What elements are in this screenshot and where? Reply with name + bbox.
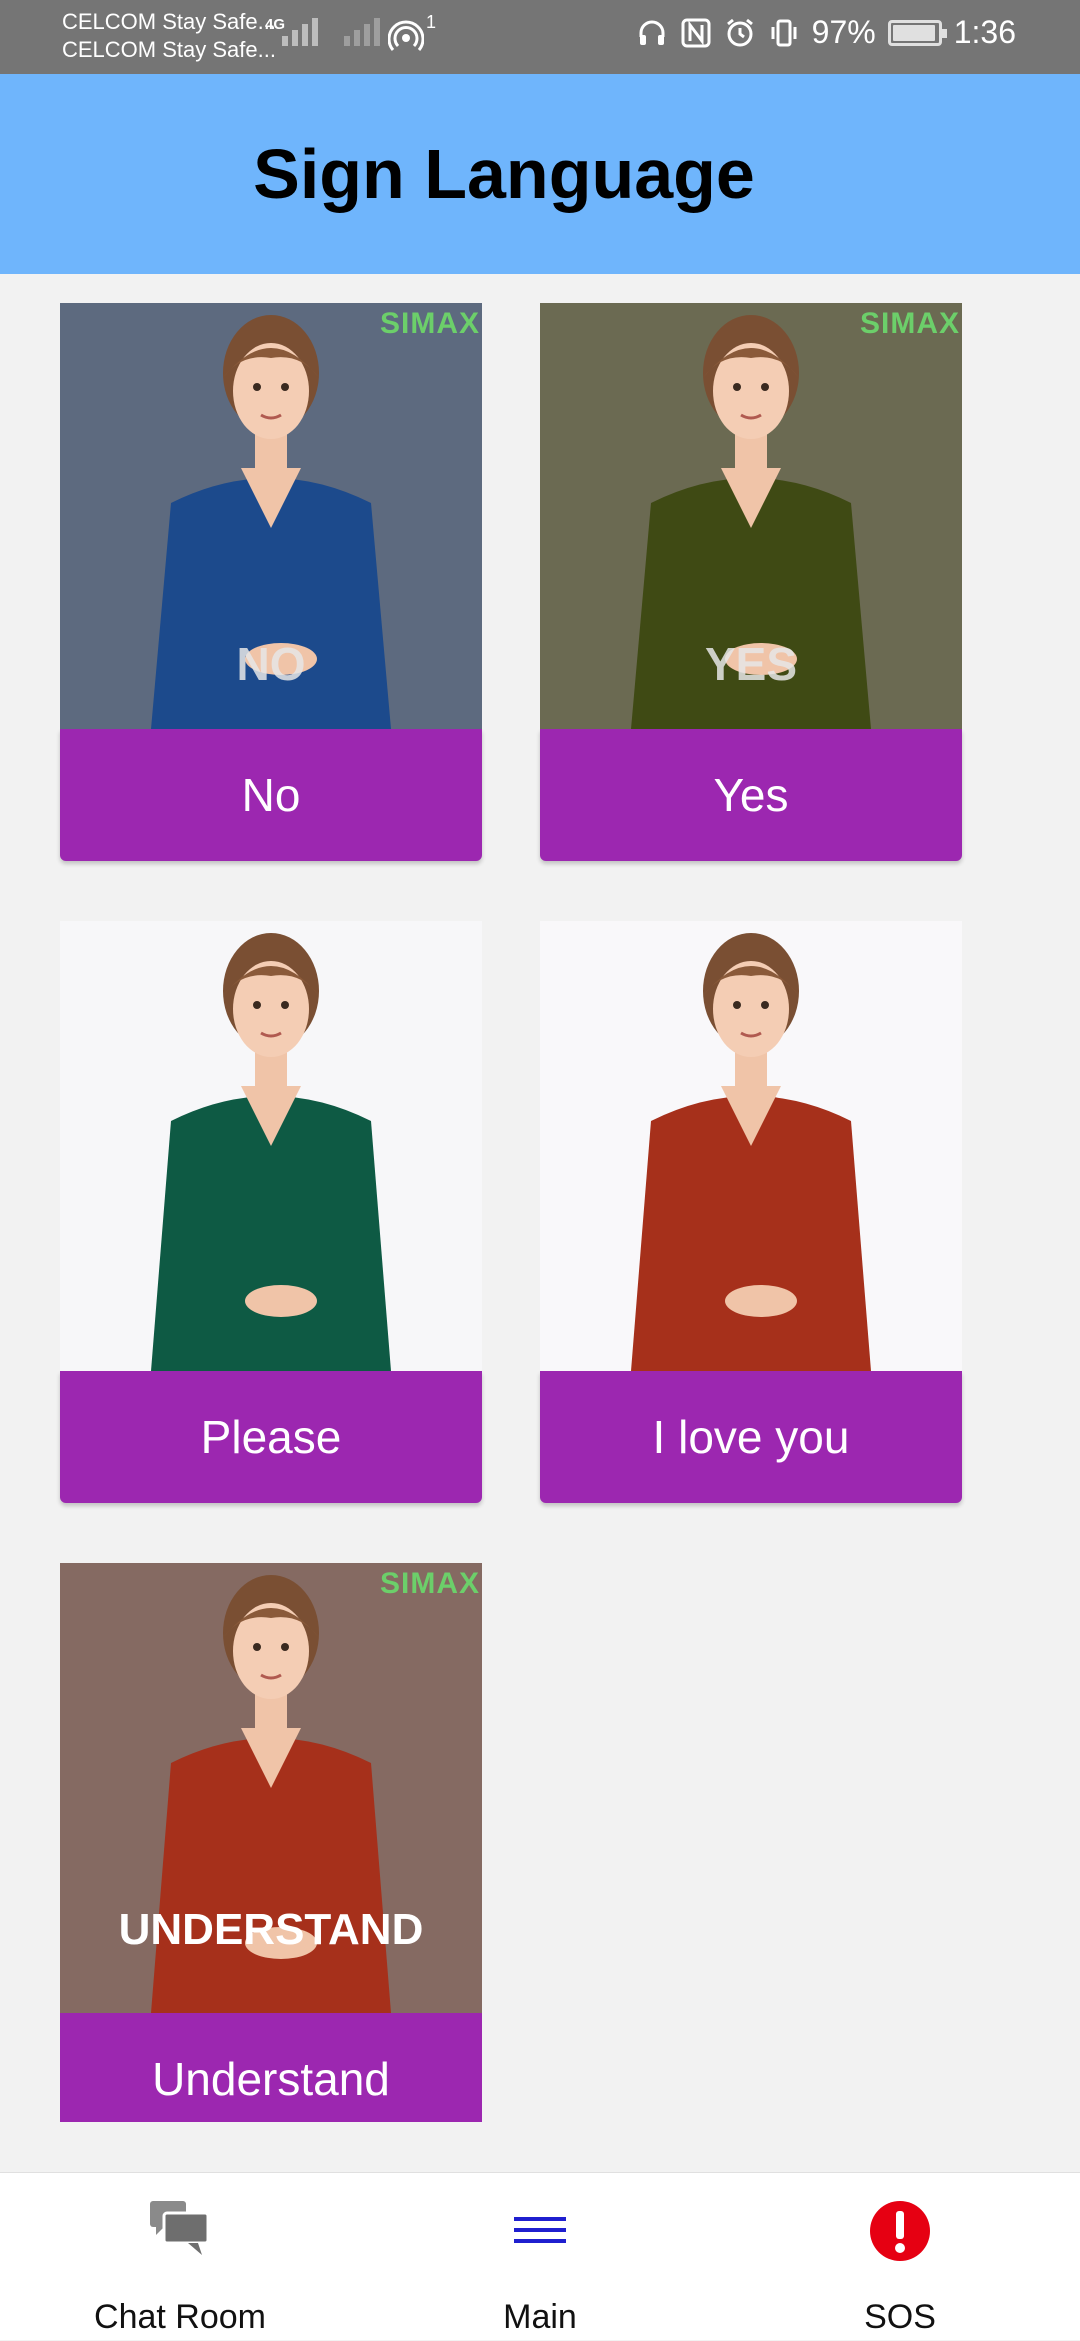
nav-main[interactable]: Main <box>360 2173 720 2341</box>
sign-button[interactable]: I love you <box>540 1371 962 1503</box>
carrier-1: CELCOM Stay Safe... <box>62 9 276 34</box>
sign-caption: UNDERSTAND <box>118 1905 424 1954</box>
bottom-navigation: Chat Room Main SOS <box>0 2172 1080 2340</box>
sign-button[interactable]: Understand <box>60 2013 482 2122</box>
hotspot-count: 1 <box>426 12 437 32</box>
nav-main-label: Main <box>503 2298 577 2336</box>
status-bar: CELCOM Stay Safe... CELCOM Stay Safe... … <box>0 0 1080 74</box>
avatar-figure <box>151 933 391 1371</box>
sign-card[interactable]: Please <box>60 921 482 1503</box>
sign-caption: NO <box>236 638 306 690</box>
signal-2-icon <box>344 18 380 46</box>
sign-card[interactable]: SIMAX UNDERSTAND Understand <box>60 1563 482 2122</box>
nav-sos[interactable]: SOS <box>720 2173 1080 2341</box>
hotspot-icon <box>388 20 424 51</box>
sign-caption: YES <box>704 638 798 690</box>
simax-watermark: SIMAX <box>379 307 480 340</box>
alert-icon <box>870 2201 930 2261</box>
vibrate-icon <box>771 19 797 46</box>
carrier-info: CELCOM Stay Safe... CELCOM Stay Safe... <box>62 8 276 64</box>
sign-button[interactable]: Please <box>60 1371 482 1503</box>
nav-chat-room-label: Chat Room <box>94 2298 266 2336</box>
signal-1-icon <box>282 18 318 46</box>
app-header: Sign Language <box>0 74 1080 274</box>
sign-card[interactable]: SIMAX NO No <box>60 303 482 861</box>
nfc-icon <box>681 18 711 47</box>
sign-button[interactable]: Yes <box>540 729 962 861</box>
battery-percent: 97% <box>811 14 876 50</box>
sign-image: SIMAX NO <box>60 303 482 729</box>
sign-card[interactable]: SIMAX YES Yes <box>540 303 962 861</box>
simax-watermark: SIMAX <box>859 307 960 340</box>
sign-button[interactable]: No <box>60 729 482 861</box>
nav-sos-label: SOS <box>864 2298 936 2336</box>
page-title: Sign Language <box>253 135 755 213</box>
menu-icon <box>514 2217 566 2243</box>
battery-fill <box>892 24 936 41</box>
status-right: 97% 1:36 <box>636 14 1016 51</box>
headphones-icon <box>639 20 665 45</box>
avatar-figure <box>631 933 871 1371</box>
simax-watermark: SIMAX <box>379 1567 480 1600</box>
sign-image: SIMAX UNDERSTAND <box>60 1563 482 2013</box>
chat-icon <box>150 2201 210 2255</box>
sign-image <box>60 921 482 1371</box>
sign-image: SIMAX YES <box>540 303 962 729</box>
sign-image <box>540 921 962 1371</box>
carrier-2: CELCOM Stay Safe... <box>62 37 276 62</box>
alarm-icon <box>726 18 753 46</box>
nav-chat-room[interactable]: Chat Room <box>0 2173 360 2341</box>
sign-card[interactable]: I love you <box>540 921 962 1503</box>
battery-icon <box>887 19 947 46</box>
clock: 1:36 <box>953 14 1016 50</box>
